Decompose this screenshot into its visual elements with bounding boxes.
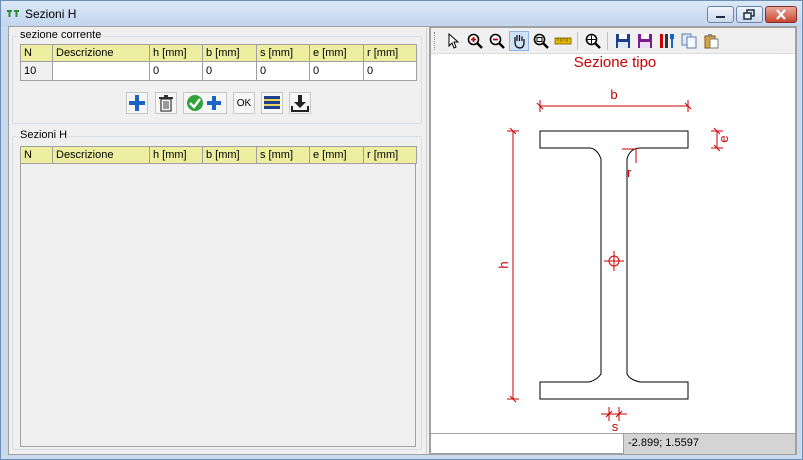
title-bar[interactable]: Sezioni H [1,1,802,27]
client-area: sezione corrente N Descrizione h [mm] b … [8,26,797,455]
minimize-button[interactable] [707,6,734,23]
close-icon [776,9,786,20]
list-col-header-n: N [20,146,53,164]
paste-button[interactable] [701,31,721,51]
dimension-b-label: b [610,87,617,102]
download-icon [291,95,309,112]
pan-tool-button[interactable] [509,31,529,51]
sections-list-body[interactable] [20,163,416,447]
copy-button[interactable] [679,31,699,51]
sections-list-label: Sezioni H [18,129,70,141]
check-plus-icon [187,95,221,111]
col-header-e: e [mm] [309,44,364,62]
list-col-header-r: r [mm] [363,146,417,164]
save-as-icon [638,34,652,48]
pointer-icon [448,33,460,49]
list-col-header-s: s [mm] [256,146,310,164]
trash-icon [159,95,173,112]
col-header-r: r [mm] [363,44,417,62]
dimension-s-label: s [612,419,619,433]
col-header-s: s [mm] [256,44,310,62]
ok-label: OK [236,97,252,109]
application-window: Sezioni H sezione corrente N Descrizione… [0,0,803,460]
tools-icon [660,34,674,48]
maximize-button[interactable] [736,6,763,23]
list-col-header-descrizione: Descrizione [52,146,150,164]
dimension-r-label: r [627,165,632,180]
drawing-canvas[interactable]: Sezione tipo b h e r s [431,54,795,434]
zoom-in-icon [467,33,483,49]
ok-button[interactable]: OK [233,92,255,114]
delete-button[interactable] [155,92,177,114]
col-header-b: b [mm] [202,44,257,62]
save-icon [616,34,630,48]
save-as-button[interactable] [635,31,655,51]
current-section-grid: N Descrizione h [mm] b [mm] s [mm] e [mm… [20,44,417,81]
dimension-e-label: e [716,135,731,142]
close-button[interactable] [765,6,797,23]
zoom-in-button[interactable] [465,31,485,51]
status-bar: -2.899; 1.5597 [431,433,795,454]
col-header-n: N [20,44,53,62]
dimension-h-label: h [496,261,511,268]
current-section-label: sezione corrente [18,29,104,41]
toolbar-separator [607,32,608,50]
toolbar-grip[interactable] [434,32,437,50]
zoom-extents-icon [585,33,601,49]
zoom-window-button[interactable] [531,31,551,51]
tools-button[interactable] [657,31,677,51]
cell-s[interactable]: 0 [256,61,310,81]
copy-icon [681,33,697,49]
cell-h[interactable]: 0 [149,61,203,81]
table-row: 10 0 0 0 0 0 [20,61,417,81]
list-col-header-b: b [mm] [202,146,257,164]
paste-icon [704,34,719,49]
section-drawing: Sezione tipo b h e r s [496,54,731,434]
left-panel: sezione corrente N Descrizione h [mm] b … [9,27,426,454]
col-header-descrizione: Descrizione [52,44,150,62]
zoom-extents-button[interactable] [583,31,603,51]
coordinates-readout: -2.899; 1.5597 [623,434,795,454]
minimize-icon [716,16,725,18]
col-header-h: h [mm] [149,44,203,62]
toolbar-separator [577,32,578,50]
save-button[interactable] [613,31,633,51]
measure-icon [554,37,572,45]
pan-hand-icon [514,35,525,49]
cell-r[interactable]: 0 [363,61,417,81]
plus-icon [129,95,145,111]
zoom-out-button[interactable] [487,31,507,51]
measure-button[interactable] [553,31,573,51]
confirm-add-button[interactable] [183,92,227,114]
drawing-toolbar [431,28,795,54]
app-icon [7,10,19,17]
list-col-header-e: e [mm] [309,146,364,164]
list-button[interactable] [261,92,283,114]
cell-b[interactable]: 0 [202,61,257,81]
zoom-window-icon [533,33,549,49]
pointer-tool-button[interactable] [443,31,463,51]
list-icon [264,96,280,109]
cell-n: 10 [20,61,53,81]
list-col-header-h: h [mm] [149,146,203,164]
radius-marker [622,148,637,163]
restore-icon [743,9,755,20]
cell-descrizione[interactable] [52,61,150,81]
sections-list-grid: N Descrizione h [mm] b [mm] s [mm] e [mm… [20,146,417,164]
drawing-panel: Sezione tipo b h e r s -2.899; 1.5597 [430,27,796,454]
add-button[interactable] [126,92,148,114]
window-title: Sezioni H [25,7,77,21]
drawing-title: Sezione tipo [574,55,657,71]
cell-e[interactable]: 0 [309,61,364,81]
zoom-out-icon [489,33,505,49]
download-button[interactable] [289,92,311,114]
